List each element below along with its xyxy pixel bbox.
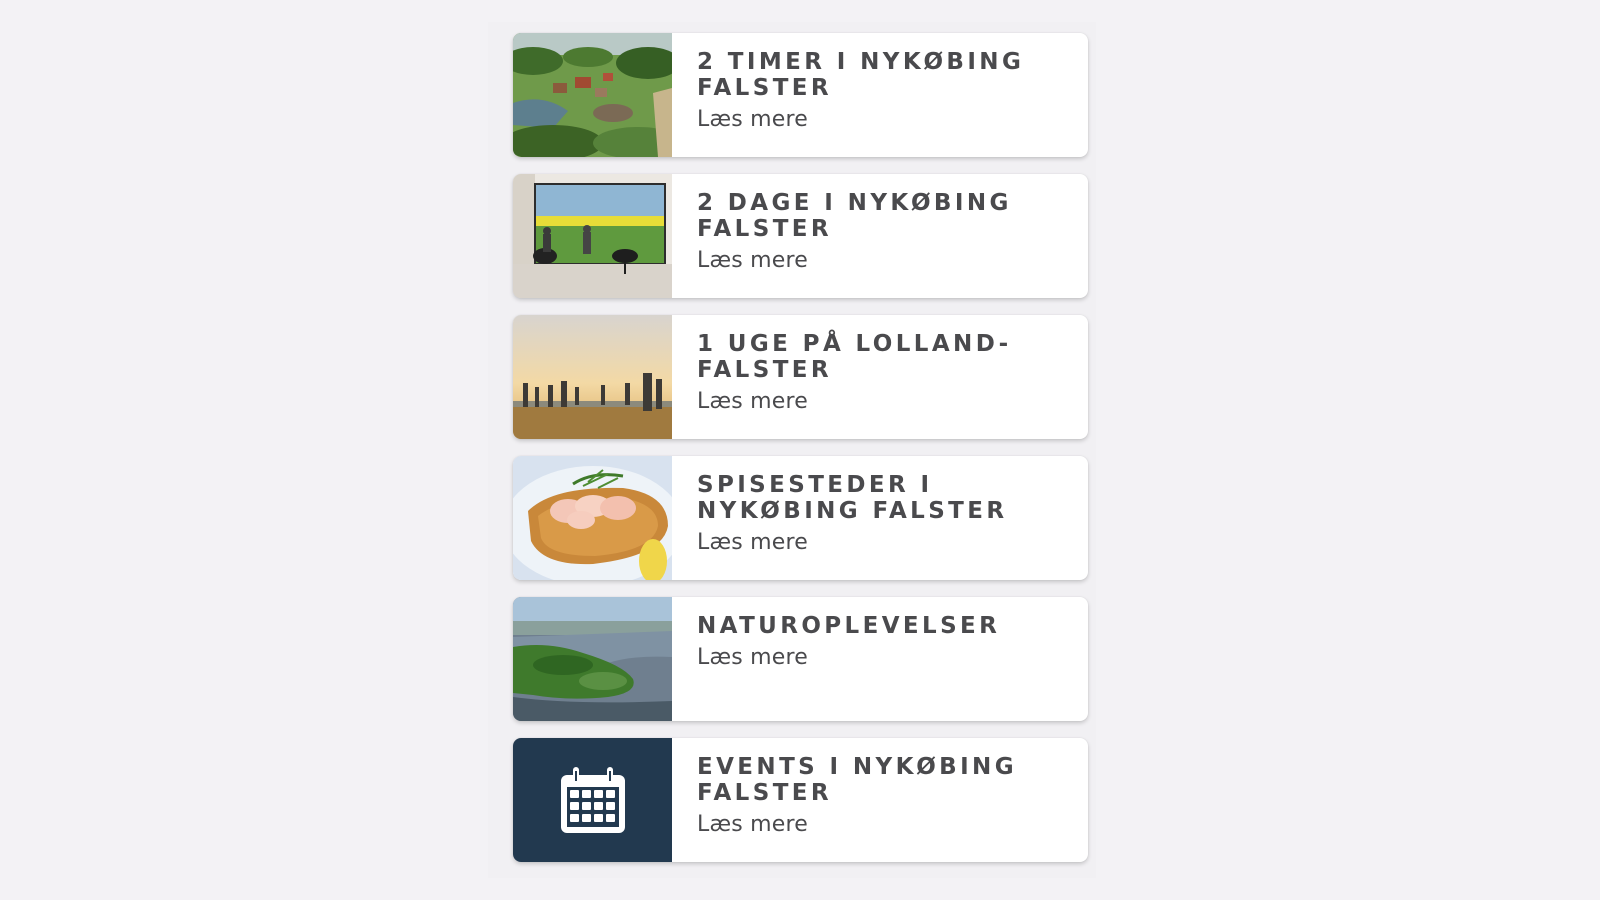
guide-list: 2 TIMER I NYKØBING FALSTER Læs mere 2 DA… — [513, 33, 1088, 862]
sculptures-sunset-photo — [513, 315, 672, 439]
read-more-link[interactable]: Læs mere — [697, 248, 808, 273]
guide-card-1-uge[interactable]: 1 UGE PÅ LOLLAND-FALSTER Læs mere — [513, 315, 1088, 439]
read-more-link[interactable]: Læs mere — [697, 107, 808, 132]
card-title: SPISESTEDER I NYKØBING FALSTER — [697, 472, 1008, 524]
card-title: NATUROPLEVELSER — [697, 613, 1001, 639]
guide-card-naturoplevelser[interactable]: NATUROPLEVELSER Læs mere — [513, 597, 1088, 721]
shrimp-fish-dish-photo — [513, 456, 672, 580]
village-aerial-photo — [513, 33, 672, 157]
card-title: 1 UGE PÅ LOLLAND-FALSTER — [697, 331, 1012, 383]
calendar-icon — [560, 767, 625, 833]
guide-card-spisesteder[interactable]: SPISESTEDER I NYKØBING FALSTER Læs mere — [513, 456, 1088, 580]
read-more-link[interactable]: Læs mere — [697, 389, 808, 414]
card-title: EVENTS I NYKØBING FALSTER — [697, 754, 1017, 806]
guide-card-2-timer[interactable]: 2 TIMER I NYKØBING FALSTER Læs mere — [513, 33, 1088, 157]
card-title: 2 DAGE I NYKØBING FALSTER — [697, 190, 1012, 242]
calendar-tile — [513, 738, 672, 862]
coast-aerial-photo — [513, 597, 672, 721]
read-more-link[interactable]: Læs mere — [697, 812, 808, 837]
guide-card-events[interactable]: EVENTS I NYKØBING FALSTER Læs mere — [513, 738, 1088, 862]
museum-window-field-photo — [513, 174, 672, 298]
read-more-link[interactable]: Læs mere — [697, 645, 808, 670]
guide-card-2-dage[interactable]: 2 DAGE I NYKØBING FALSTER Læs mere — [513, 174, 1088, 298]
read-more-link[interactable]: Læs mere — [697, 530, 808, 555]
card-title: 2 TIMER I NYKØBING FALSTER — [697, 49, 1025, 101]
